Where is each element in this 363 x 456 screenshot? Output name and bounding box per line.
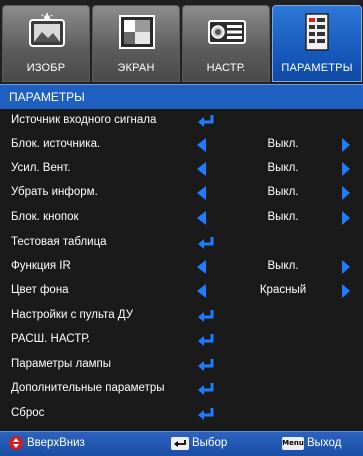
row-value: Выкл. (267, 138, 299, 150)
menu-row-ir-function[interactable]: Функция IR Выкл. (0, 256, 363, 279)
row-label: Цвет фона (11, 284, 69, 296)
page-title: ПАРАМЕТРЫ (9, 90, 85, 104)
arrow-left-icon[interactable] (197, 186, 206, 200)
arrow-right-icon[interactable] (342, 138, 350, 152)
up-down-key-icon (9, 436, 23, 450)
row-label: Убрать информ. (11, 186, 98, 198)
row-label: Параметры лампы (11, 358, 112, 370)
tab-options[interactable]: ПАРАМЕТРЫ (272, 5, 362, 82)
menu-row-keypad-lock[interactable]: Блок. кнопок Выкл. (0, 207, 363, 230)
row-value: Выкл. (267, 162, 299, 174)
menu-row-high-altitude[interactable]: Усил. Вент. Выкл. (0, 158, 363, 181)
options-list: Источник входного сигнала Блок. источник… (0, 109, 363, 431)
select-hint: Выбор (192, 437, 228, 449)
tab-picture[interactable]: ИЗОБР (2, 5, 90, 82)
exit-hint: Выход (307, 437, 342, 449)
enter-icon[interactable] (197, 382, 215, 396)
enter-icon[interactable] (197, 333, 215, 347)
hint-bar: ВверхВниз Выбор Menu Выход (0, 431, 363, 456)
arrow-right-icon[interactable] (342, 284, 350, 298)
screen-icon (119, 15, 155, 49)
tab-label: ПАРАМЕТРЫ (281, 62, 353, 74)
tab-label: ИЗОБР (26, 62, 66, 74)
enter-icon[interactable] (197, 114, 215, 128)
tab-label: НАСТР. (206, 62, 246, 74)
enter-icon[interactable] (197, 358, 215, 372)
menu-row-lamp-settings[interactable]: Параметры лампы (0, 354, 363, 377)
row-label: Источник входного сигнала (11, 114, 157, 126)
projector-icon (208, 20, 246, 44)
row-label: Усил. Вент. (11, 162, 71, 174)
arrow-right-icon[interactable] (342, 162, 350, 176)
menu-row-background-color[interactable]: Цвет фона Красный (0, 280, 363, 303)
arrow-right-icon[interactable] (342, 186, 350, 200)
enter-icon[interactable] (197, 407, 215, 421)
nav-hint: ВверхВниз (27, 437, 85, 449)
arrow-left-icon[interactable] (197, 284, 206, 298)
options-icon (305, 13, 329, 51)
menu-row-reset[interactable]: Сброс (0, 403, 363, 426)
arrow-right-icon[interactable] (342, 260, 350, 274)
enter-icon[interactable] (197, 309, 215, 323)
enter-icon[interactable] (197, 236, 215, 250)
row-label: Сброс (11, 407, 45, 419)
arrow-right-icon[interactable] (342, 211, 350, 225)
row-label: Тестовая таблица (11, 236, 107, 248)
menu-row-remote-settings[interactable]: Настройки с пульта ДУ (0, 305, 363, 328)
menu-row-source-lock[interactable]: Блок. источника. Выкл. (0, 134, 363, 157)
row-label: Блок. источника. (11, 138, 101, 150)
menu-row-test-pattern[interactable]: Тестовая таблица (0, 232, 363, 255)
row-value: Выкл. (267, 260, 299, 272)
arrow-left-icon[interactable] (197, 162, 206, 176)
picture-icon (29, 13, 65, 47)
menu-row-input-source[interactable]: Источник входного сигнала (0, 110, 363, 133)
row-label: Дополнительные параметры (11, 382, 165, 394)
tab-settings[interactable]: НАСТР. (182, 5, 270, 82)
row-value: Выкл. (267, 211, 299, 223)
row-label: Функция IR (11, 260, 71, 272)
enter-key-icon (171, 437, 189, 450)
arrow-left-icon[interactable] (197, 138, 206, 152)
row-label: Блок. кнопок (11, 211, 79, 223)
arrow-left-icon[interactable] (197, 260, 206, 274)
menu-header: ПАРАМЕТРЫ (0, 84, 363, 109)
tab-screen[interactable]: ЭКРАН (92, 5, 180, 82)
menu-row-hide-info[interactable]: Убрать информ. Выкл. (0, 182, 363, 205)
row-label: РАСШ. НАСТР. (11, 333, 90, 345)
menu-key-icon: Menu (282, 437, 304, 450)
tab-label: ЭКРАН (117, 62, 155, 74)
arrow-left-icon[interactable] (197, 211, 206, 225)
projector-osd-menu: ИЗОБР ЭКРАН НАСТР. ПАРАМЕТРЫ ПАРАМЕТРЫ И… (0, 0, 363, 456)
row-label: Настройки с пульта ДУ (11, 309, 134, 321)
row-value: Красный (259, 284, 307, 296)
menu-row-advanced[interactable]: РАСШ. НАСТР. (0, 329, 363, 352)
menu-row-optional-settings[interactable]: Дополнительные параметры (0, 378, 363, 401)
tab-bar: ИЗОБР ЭКРАН НАСТР. ПАРАМЕТРЫ (0, 0, 363, 84)
row-value: Выкл. (267, 186, 299, 198)
